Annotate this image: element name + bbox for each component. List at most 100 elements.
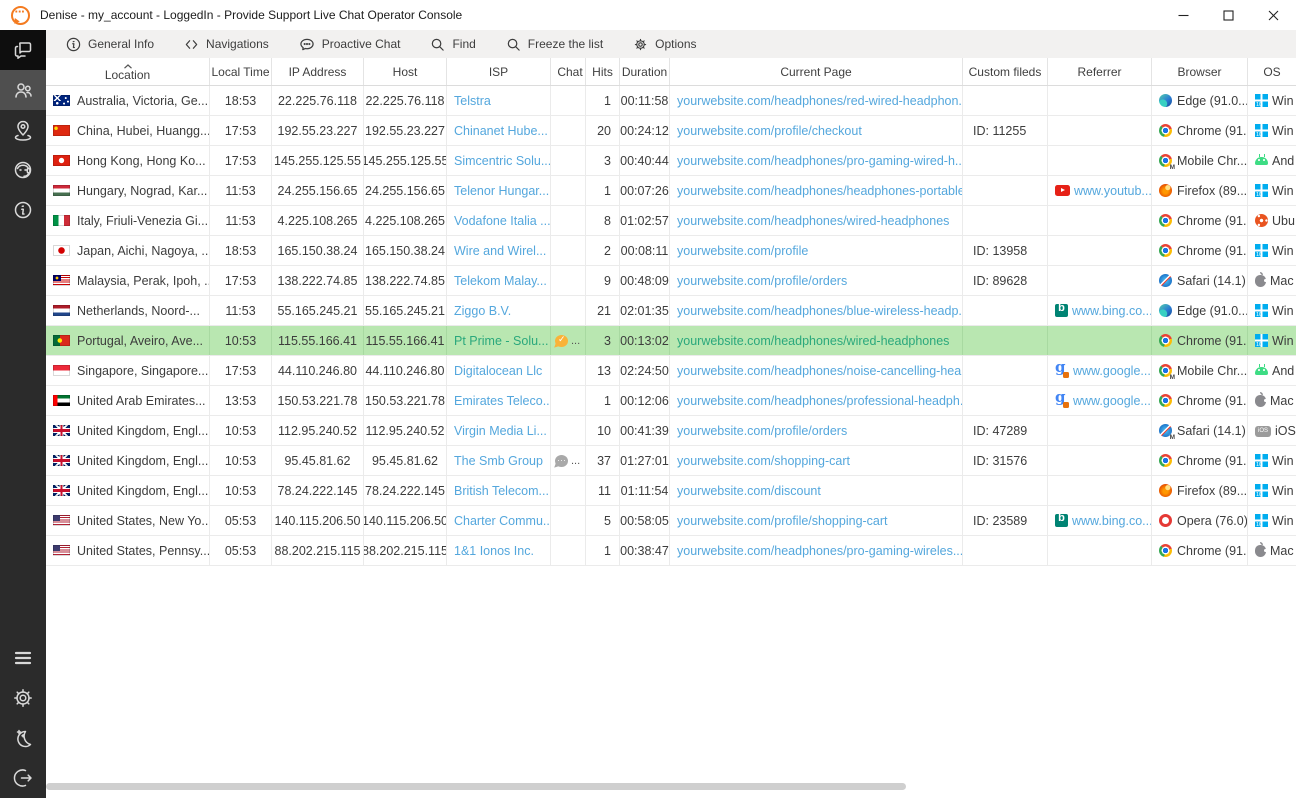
chat-ellipsis: ...: [571, 455, 580, 467]
support-agent-icon: [11, 158, 35, 182]
maximize-icon: [1223, 10, 1234, 21]
referrer-link[interactable]: www.bing.co...: [1072, 514, 1152, 528]
visitor-row[interactable]: Malaysia, Perak, Ipoh, ... 17:53 138.222…: [46, 266, 1296, 296]
local-time: 10:53: [210, 476, 272, 505]
isp-link[interactable]: Telenor Hungar...: [454, 184, 549, 198]
referrer-link[interactable]: www.google...: [1073, 394, 1151, 408]
isp-link[interactable]: Charter Commu...: [454, 514, 551, 528]
browser-icon: [1159, 514, 1172, 527]
column-header-hits[interactable]: Hits: [586, 58, 620, 85]
visitor-row[interactable]: Singapore, Singapore... 17:53 44.110.246…: [46, 356, 1296, 386]
visitor-row[interactable]: Hungary, Nograd, Kar... 11:53 24.255.156…: [46, 176, 1296, 206]
navigations-button[interactable]: Navigations: [184, 37, 269, 52]
current-page-link[interactable]: yourwebsite.com/profile/orders: [677, 274, 847, 288]
visitor-row[interactable]: Japan, Aichi, Nagoya, ... 18:53 165.150.…: [46, 236, 1296, 266]
sidebar-item-operators[interactable]: [0, 150, 46, 190]
sidebar-item-visitors[interactable]: [0, 70, 46, 110]
current-page-link[interactable]: yourwebsite.com/headphones/red-wired-hea…: [677, 94, 963, 108]
sidebar-item-logout[interactable]: [0, 758, 46, 798]
visitor-row[interactable]: United Kingdom, Engl... 10:53 112.95.240…: [46, 416, 1296, 446]
isp-link[interactable]: Telekom Malay...: [454, 274, 547, 288]
current-page-link[interactable]: yourwebsite.com/headphones/blue-wireless…: [677, 304, 963, 318]
visitor-row[interactable]: China, Hubei, Huangg... 17:53 192.55.23.…: [46, 116, 1296, 146]
host: 112.95.240.52: [364, 416, 447, 445]
current-page-link[interactable]: yourwebsite.com/headphones/wired-headpho…: [677, 214, 949, 228]
current-page-link[interactable]: yourwebsite.com/profile/checkout: [677, 124, 862, 138]
options-button[interactable]: Options: [633, 37, 696, 52]
current-page-link[interactable]: yourwebsite.com/headphones/professional-…: [677, 394, 963, 408]
browser-icon: [1159, 184, 1172, 197]
column-header-os[interactable]: OS: [1248, 58, 1296, 85]
visitor-row[interactable]: Portugal, Aveiro, Ave... 10:53 115.55.16…: [46, 326, 1296, 356]
isp-link[interactable]: Vodafone Italia ...: [454, 214, 551, 228]
people-icon: [11, 78, 35, 102]
current-page-link[interactable]: yourwebsite.com/discount: [677, 484, 821, 498]
maximize-button[interactable]: [1206, 0, 1251, 30]
isp-link[interactable]: Simcentric Solu...: [454, 154, 551, 168]
isp-link[interactable]: Chinanet Hube...: [454, 124, 548, 138]
local-time: 11:53: [210, 176, 272, 205]
sidebar-item-info[interactable]: [0, 190, 46, 230]
current-page-link[interactable]: yourwebsite.com/headphones/pro-gaming-wi…: [677, 154, 963, 168]
current-page-link[interactable]: yourwebsite.com/profile: [677, 244, 808, 258]
freeze-the-list-button[interactable]: Freeze the list: [506, 37, 603, 52]
location-text: Hong Kong, Hong Ko...: [77, 154, 206, 168]
visitor-row[interactable]: Hong Kong, Hong Ko... 17:53 145.255.125.…: [46, 146, 1296, 176]
general-info-button[interactable]: General Info: [66, 37, 154, 52]
sidebar-item-settings[interactable]: [0, 678, 46, 718]
isp-link[interactable]: The Smb Group: [454, 454, 543, 468]
sidebar-item-chats[interactable]: [0, 30, 46, 70]
sidebar-item-geo-location[interactable]: [0, 110, 46, 150]
find-button[interactable]: Find: [430, 37, 475, 52]
current-page-link[interactable]: yourwebsite.com/headphones/noise-cancell…: [677, 364, 963, 378]
isp-link[interactable]: Emirates Teleco...: [454, 394, 551, 408]
isp-link[interactable]: Pt Prime - Solu...: [454, 334, 548, 348]
scrollbar-thumb[interactable]: [46, 783, 906, 790]
custom-fields: ID: 31576: [963, 446, 1048, 475]
current-page-link[interactable]: yourwebsite.com/headphones/pro-gaming-wi…: [677, 544, 963, 558]
horizontal-scrollbar[interactable]: [46, 780, 1296, 792]
referrer-link[interactable]: www.google...: [1073, 364, 1151, 378]
visitor-row[interactable]: United Arab Emirates... 13:53 150.53.221…: [46, 386, 1296, 416]
column-header-location[interactable]: Location: [46, 58, 210, 85]
proactive-chat-button[interactable]: Proactive Chat: [299, 37, 401, 52]
column-header-referrer[interactable]: Referrer: [1048, 58, 1152, 85]
isp-link[interactable]: Ziggo B.V.: [454, 304, 511, 318]
browser-icon: [1159, 424, 1172, 437]
isp-link[interactable]: Digitalocean Llc: [454, 364, 542, 378]
column-header-ip-address[interactable]: IP Address: [272, 58, 364, 85]
referrer-link[interactable]: www.bing.co...: [1072, 304, 1152, 318]
visitor-row[interactable]: United States, New Yo... 05:53 140.115.2…: [46, 506, 1296, 536]
visitor-row[interactable]: United Kingdom, Engl... 10:53 78.24.222.…: [46, 476, 1296, 506]
country-flag-icon: [53, 455, 70, 466]
column-header-current-page[interactable]: Current Page: [670, 58, 963, 85]
isp-link[interactable]: Wire and Wirel...: [454, 244, 546, 258]
visitor-row[interactable]: Italy, Friuli-Venezia Gi... 11:53 4.225.…: [46, 206, 1296, 236]
column-header-browser[interactable]: Browser: [1152, 58, 1248, 85]
sidebar-item-night-mode[interactable]: [0, 718, 46, 758]
visitor-row[interactable]: Netherlands, Noord-... 11:53 55.165.245.…: [46, 296, 1296, 326]
current-page-link[interactable]: yourwebsite.com/profile/orders: [677, 424, 847, 438]
visitor-row[interactable]: United States, Pennsy... 05:53 88.202.21…: [46, 536, 1296, 566]
column-header-host[interactable]: Host: [364, 58, 447, 85]
visitor-row[interactable]: United Kingdom, Engl... 10:53 95.45.81.6…: [46, 446, 1296, 476]
current-page-link[interactable]: yourwebsite.com/profile/shopping-cart: [677, 514, 888, 528]
column-header-local-time[interactable]: Local Time: [210, 58, 272, 85]
visitor-row[interactable]: Australia, Victoria, Ge... 18:53 22.225.…: [46, 86, 1296, 116]
current-page-link[interactable]: yourwebsite.com/headphones/wired-headpho…: [677, 334, 949, 348]
isp-link[interactable]: British Telecom...: [454, 484, 549, 498]
referrer-link[interactable]: www.youtub...: [1074, 184, 1152, 198]
current-page-link[interactable]: yourwebsite.com/headphones/headphones-po…: [677, 184, 963, 198]
column-header-isp[interactable]: ISP: [447, 58, 551, 85]
isp-link[interactable]: Virgin Media Li...: [454, 424, 547, 438]
current-page-link[interactable]: yourwebsite.com/shopping-cart: [677, 454, 850, 468]
close-button[interactable]: [1251, 0, 1296, 30]
isp-link[interactable]: Telstra: [454, 94, 491, 108]
column-header-custom-fields[interactable]: Custom fileds: [963, 58, 1048, 85]
local-time: 10:53: [210, 416, 272, 445]
sidebar-item-menu[interactable]: [0, 638, 46, 678]
minimize-button[interactable]: [1161, 0, 1206, 30]
column-header-duration[interactable]: Duration: [620, 58, 670, 85]
column-header-chat[interactable]: Chat: [551, 58, 586, 85]
isp-link[interactable]: 1&1 Ionos Inc.: [454, 544, 534, 558]
